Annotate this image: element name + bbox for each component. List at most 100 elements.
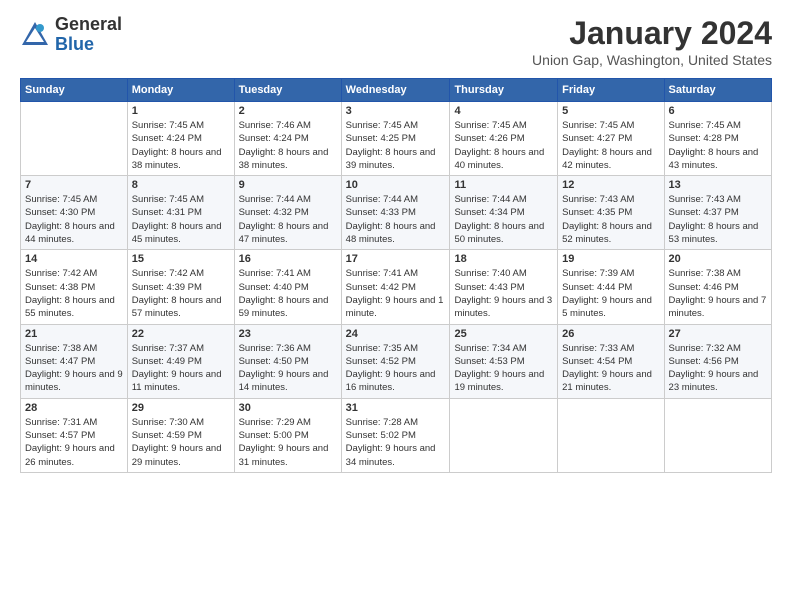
calendar-cell: 4 Sunrise: 7:45 AMSunset: 4:26 PMDaylight… xyxy=(450,102,558,176)
logo-icon xyxy=(20,20,50,50)
calendar-week-3: 21 Sunrise: 7:38 AMSunset: 4:47 PMDayligh… xyxy=(21,324,772,398)
day-info: Sunrise: 7:42 AMSunset: 4:39 PMDaylight:… xyxy=(132,267,230,320)
day-number: 21 xyxy=(25,328,123,340)
calendar-cell xyxy=(450,398,558,472)
day-info: Sunrise: 7:45 AMSunset: 4:26 PMDaylight:… xyxy=(454,119,553,172)
day-info: Sunrise: 7:31 AMSunset: 4:57 PMDaylight:… xyxy=(25,416,123,469)
day-info: Sunrise: 7:40 AMSunset: 4:43 PMDaylight:… xyxy=(454,267,553,320)
logo-general: General xyxy=(55,15,122,35)
logo: General Blue xyxy=(20,15,122,55)
day-info: Sunrise: 7:46 AMSunset: 4:24 PMDaylight:… xyxy=(239,119,337,172)
day-number: 22 xyxy=(132,328,230,340)
header-row: Sunday Monday Tuesday Wednesday Thursday… xyxy=(21,79,772,102)
col-saturday: Saturday xyxy=(664,79,771,102)
day-info: Sunrise: 7:41 AMSunset: 4:42 PMDaylight:… xyxy=(346,267,446,320)
calendar-cell: 1 Sunrise: 7:45 AMSunset: 4:24 PMDaylight… xyxy=(127,102,234,176)
day-number: 16 xyxy=(239,253,337,265)
day-number: 25 xyxy=(454,328,553,340)
day-info: Sunrise: 7:35 AMSunset: 4:52 PMDaylight:… xyxy=(346,342,446,395)
day-number: 2 xyxy=(239,105,337,117)
calendar-cell: 21 Sunrise: 7:38 AMSunset: 4:47 PMDayligh… xyxy=(21,324,128,398)
calendar-cell: 22 Sunrise: 7:37 AMSunset: 4:49 PMDayligh… xyxy=(127,324,234,398)
calendar-cell: 27 Sunrise: 7:32 AMSunset: 4:56 PMDayligh… xyxy=(664,324,771,398)
day-number: 29 xyxy=(132,402,230,414)
calendar-cell: 7 Sunrise: 7:45 AMSunset: 4:30 PMDaylight… xyxy=(21,176,128,250)
day-info: Sunrise: 7:38 AMSunset: 4:46 PMDaylight:… xyxy=(669,267,767,320)
calendar-week-2: 14Sunrise: 7:42 AMSunset: 4:38 PMDayligh… xyxy=(21,250,772,324)
calendar-cell: 13 Sunrise: 7:43 AMSunset: 4:37 PMDayligh… xyxy=(664,176,771,250)
calendar-cell: 14Sunrise: 7:42 AMSunset: 4:38 PMDayligh… xyxy=(21,250,128,324)
calendar-week-0: 1 Sunrise: 7:45 AMSunset: 4:24 PMDaylight… xyxy=(21,102,772,176)
day-info: Sunrise: 7:45 AMSunset: 4:31 PMDaylight:… xyxy=(132,193,230,246)
day-info: Sunrise: 7:39 AMSunset: 4:44 PMDaylight:… xyxy=(562,267,659,320)
day-info: Sunrise: 7:44 AMSunset: 4:33 PMDaylight:… xyxy=(346,193,446,246)
calendar-cell: 5Sunrise: 7:45 AMSunset: 4:27 PMDaylight… xyxy=(558,102,664,176)
calendar-cell xyxy=(664,398,771,472)
calendar-cell: 12 Sunrise: 7:43 AMSunset: 4:35 PMDayligh… xyxy=(558,176,664,250)
day-number: 1 xyxy=(132,105,230,117)
calendar-week-1: 7 Sunrise: 7:45 AMSunset: 4:30 PMDaylight… xyxy=(21,176,772,250)
day-number: 18 xyxy=(454,253,553,265)
day-number: 13 xyxy=(669,179,767,191)
logo-text: General Blue xyxy=(55,15,122,55)
day-info: Sunrise: 7:41 AMSunset: 4:40 PMDaylight:… xyxy=(239,267,337,320)
day-number: 24 xyxy=(346,328,446,340)
day-number: 3 xyxy=(346,105,446,117)
calendar-cell: 30Sunrise: 7:29 AMSunset: 5:00 PMDayligh… xyxy=(234,398,341,472)
calendar-cell: 20Sunrise: 7:38 AMSunset: 4:46 PMDayligh… xyxy=(664,250,771,324)
day-info: Sunrise: 7:45 AMSunset: 4:25 PMDaylight:… xyxy=(346,119,446,172)
title-area: January 2024 Union Gap, Washington, Unit… xyxy=(532,15,772,68)
calendar-cell: 10Sunrise: 7:44 AMSunset: 4:33 PMDayligh… xyxy=(341,176,450,250)
col-monday: Monday xyxy=(127,79,234,102)
day-info: Sunrise: 7:30 AMSunset: 4:59 PMDaylight:… xyxy=(132,416,230,469)
month-title: January 2024 xyxy=(532,15,772,52)
day-info: Sunrise: 7:45 AMSunset: 4:28 PMDaylight:… xyxy=(669,119,767,172)
day-number: 27 xyxy=(669,328,767,340)
location: Union Gap, Washington, United States xyxy=(532,52,772,68)
day-number: 6 xyxy=(669,105,767,117)
calendar-cell: 28 Sunrise: 7:31 AMSunset: 4:57 PMDayligh… xyxy=(21,398,128,472)
day-info: Sunrise: 7:45 AMSunset: 4:30 PMDaylight:… xyxy=(25,193,123,246)
calendar-cell: 16 Sunrise: 7:41 AMSunset: 4:40 PMDayligh… xyxy=(234,250,341,324)
calendar-cell: 24 Sunrise: 7:35 AMSunset: 4:52 PMDayligh… xyxy=(341,324,450,398)
col-tuesday: Tuesday xyxy=(234,79,341,102)
day-number: 5 xyxy=(562,105,659,117)
day-number: 31 xyxy=(346,402,446,414)
day-number: 14 xyxy=(25,253,123,265)
day-number: 12 xyxy=(562,179,659,191)
day-info: Sunrise: 7:45 AMSunset: 4:24 PMDaylight:… xyxy=(132,119,230,172)
day-number: 26 xyxy=(562,328,659,340)
calendar-cell: 31Sunrise: 7:28 AMSunset: 5:02 PMDayligh… xyxy=(341,398,450,472)
day-info: Sunrise: 7:38 AMSunset: 4:47 PMDaylight:… xyxy=(25,342,123,395)
calendar-week-4: 28 Sunrise: 7:31 AMSunset: 4:57 PMDayligh… xyxy=(21,398,772,472)
col-wednesday: Wednesday xyxy=(341,79,450,102)
day-info: Sunrise: 7:43 AMSunset: 4:37 PMDaylight:… xyxy=(669,193,767,246)
day-info: Sunrise: 7:37 AMSunset: 4:49 PMDaylight:… xyxy=(132,342,230,395)
calendar-cell: 26 Sunrise: 7:33 AMSunset: 4:54 PMDayligh… xyxy=(558,324,664,398)
day-number: 7 xyxy=(25,179,123,191)
day-info: Sunrise: 7:43 AMSunset: 4:35 PMDaylight:… xyxy=(562,193,659,246)
day-info: Sunrise: 7:44 AMSunset: 4:32 PMDaylight:… xyxy=(239,193,337,246)
logo-blue: Blue xyxy=(55,35,122,55)
day-info: Sunrise: 7:33 AMSunset: 4:54 PMDaylight:… xyxy=(562,342,659,395)
col-sunday: Sunday xyxy=(21,79,128,102)
calendar-cell: 8 Sunrise: 7:45 AMSunset: 4:31 PMDaylight… xyxy=(127,176,234,250)
day-number: 19 xyxy=(562,253,659,265)
calendar-cell: 19 Sunrise: 7:39 AMSunset: 4:44 PMDayligh… xyxy=(558,250,664,324)
day-number: 4 xyxy=(454,105,553,117)
calendar-header: Sunday Monday Tuesday Wednesday Thursday… xyxy=(21,79,772,102)
calendar-cell: 6 Sunrise: 7:45 AMSunset: 4:28 PMDaylight… xyxy=(664,102,771,176)
calendar-table: Sunday Monday Tuesday Wednesday Thursday… xyxy=(20,78,772,473)
day-number: 8 xyxy=(132,179,230,191)
calendar-cell: 11Sunrise: 7:44 AMSunset: 4:34 PMDayligh… xyxy=(450,176,558,250)
day-number: 28 xyxy=(25,402,123,414)
calendar-cell: 3 Sunrise: 7:45 AMSunset: 4:25 PMDaylight… xyxy=(341,102,450,176)
col-thursday: Thursday xyxy=(450,79,558,102)
calendar-cell: 29 Sunrise: 7:30 AMSunset: 4:59 PMDayligh… xyxy=(127,398,234,472)
calendar-cell: 15Sunrise: 7:42 AMSunset: 4:39 PMDayligh… xyxy=(127,250,234,324)
day-number: 30 xyxy=(239,402,337,414)
day-info: Sunrise: 7:32 AMSunset: 4:56 PMDaylight:… xyxy=(669,342,767,395)
page: General Blue January 2024 Union Gap, Was… xyxy=(0,0,792,612)
day-number: 23 xyxy=(239,328,337,340)
calendar-cell: 25Sunrise: 7:34 AMSunset: 4:53 PMDayligh… xyxy=(450,324,558,398)
